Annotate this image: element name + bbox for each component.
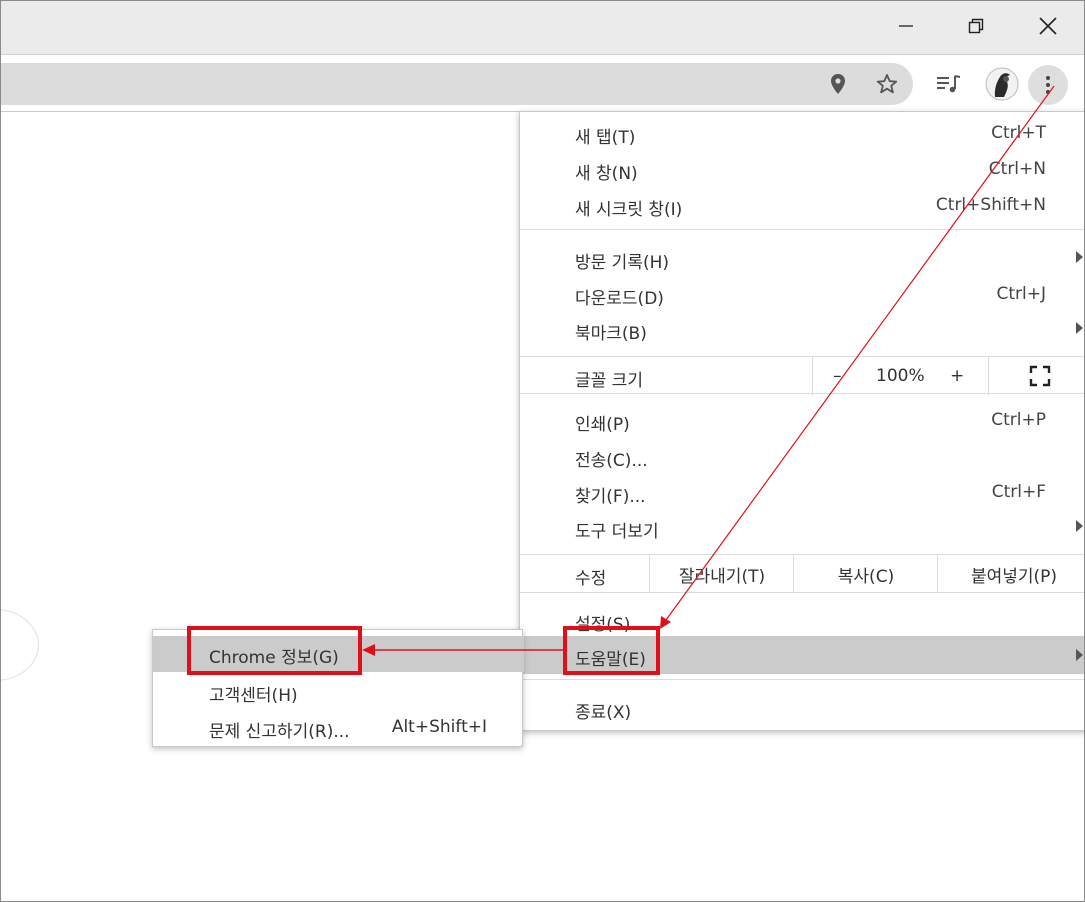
menu-item-bookmarks[interactable]: 북마크(B) [520, 312, 1084, 348]
menu-item-label: 인쇄(P) [575, 415, 630, 435]
menu-item-label: 방문 기록(H) [575, 253, 670, 273]
menu-item-label: 찾기(F)... [575, 487, 646, 507]
menu-item-label: 새 시크릿 창(I) [575, 200, 683, 220]
menu-item-shortcut: Ctrl+Shift+N [935, 195, 1046, 215]
zoom-label: 글꼴 크기 [575, 371, 643, 391]
menu-item-new-window[interactable]: 새 창(N) Ctrl+N [520, 152, 1084, 188]
annotation-box-about-chrome [187, 626, 362, 675]
menu-item-label: 새 탭(T) [575, 128, 636, 148]
minimize-icon[interactable] [876, 1, 936, 51]
menu-item-shortcut: Ctrl+T [991, 123, 1046, 143]
browser-window: 새 탭(T) Ctrl+T 새 창(N) Ctrl+N 새 시크릿 창(I) C… [0, 0, 1085, 902]
address-bar[interactable] [1, 63, 913, 105]
cut-button[interactable]: 잘라내기(T) [649, 555, 794, 593]
menu-item-downloads[interactable]: 다운로드(D) Ctrl+J [520, 277, 1084, 313]
three-dot-menu-icon[interactable] [1028, 65, 1068, 105]
zoom-controls: – 100% + [812, 357, 988, 395]
menu-item-shortcut: Ctrl+N [988, 159, 1046, 179]
submenu-item-shortcut: Alt+Shift+I [391, 717, 487, 737]
submenu-item-help-center[interactable]: 고객센터(H) [153, 674, 524, 710]
submenu-item-label: 문제 신고하기(R)... [209, 722, 350, 742]
menu-item-label: 새 창(N) [575, 164, 638, 184]
menu-item-shortcut: Ctrl+F [991, 482, 1046, 502]
submenu-item-label: 고객센터(H) [209, 686, 298, 706]
zoom-in-button[interactable]: + [950, 366, 964, 386]
submenu-arrow-icon [1076, 520, 1083, 532]
menu-item-shortcut: Ctrl+P [991, 410, 1046, 430]
title-bar [1, 1, 1084, 55]
zoom-value: 100% [876, 366, 925, 386]
submenu-arrow-icon [1076, 322, 1083, 334]
menu-separator [520, 393, 1084, 394]
menu-item-find[interactable]: 찾기(F)... Ctrl+F [520, 475, 1084, 511]
page-content-circle [1, 609, 39, 681]
menu-item-cast[interactable]: 전송(C)... [520, 439, 1084, 475]
menu-item-label: 전송(C)... [575, 451, 648, 471]
submenu-item-report-issue[interactable]: 문제 신고하기(R)... Alt+Shift+I [153, 710, 524, 746]
location-pin-icon[interactable] [823, 68, 853, 100]
annotation-box-help [563, 626, 660, 675]
menu-item-label: 북마크(B) [575, 324, 647, 344]
menu-item-exit[interactable]: 종료(X) [520, 691, 1084, 727]
menu-separator [520, 229, 1084, 230]
menu-item-incognito[interactable]: 새 시크릿 창(I) Ctrl+Shift+N [520, 188, 1084, 224]
media-queue-icon[interactable] [931, 68, 965, 100]
menu-item-print[interactable]: 인쇄(P) Ctrl+P [520, 403, 1084, 439]
menu-item-label: 종료(X) [575, 703, 632, 723]
fullscreen-icon[interactable] [988, 357, 1084, 395]
menu-item-new-tab[interactable]: 새 탭(T) Ctrl+T [520, 116, 1084, 152]
submenu-arrow-icon [1076, 649, 1083, 661]
toolbar [1, 56, 1084, 112]
close-icon[interactable] [1018, 1, 1078, 51]
edit-label: 수정 [575, 569, 607, 589]
menu-row-edit: 수정 잘라내기(T) 복사(C) 붙여넣기(P) [520, 555, 1084, 593]
menu-separator [520, 679, 1084, 680]
menu-item-history[interactable]: 방문 기록(H) [520, 241, 1084, 277]
menu-item-shortcut: Ctrl+J [996, 284, 1046, 304]
menu-row-zoom: 글꼴 크기 – 100% + [520, 357, 1084, 395]
menu-item-label: 다운로드(D) [575, 289, 664, 309]
paste-button[interactable]: 붙여넣기(P) [937, 555, 1084, 593]
submenu-arrow-icon [1076, 251, 1083, 263]
restore-icon[interactable] [946, 1, 1006, 51]
bookmark-star-icon[interactable] [871, 68, 903, 100]
zoom-out-button[interactable]: – [833, 366, 842, 386]
menu-item-label: 도구 더보기 [575, 522, 659, 542]
menu-separator [520, 592, 1084, 593]
copy-button[interactable]: 복사(C) [793, 555, 938, 593]
profile-avatar[interactable] [983, 65, 1021, 103]
menu-item-more-tools[interactable]: 도구 더보기 [520, 510, 1084, 546]
